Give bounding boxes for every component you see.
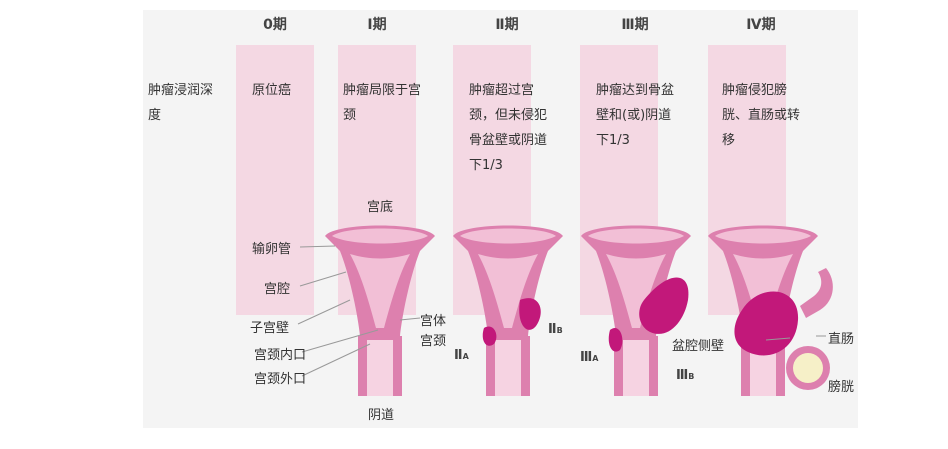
label-cervix: 宫颈 xyxy=(420,334,447,349)
label-fundus: 宫底 xyxy=(367,200,394,215)
staging-diagram: 0期 Ⅰ期 Ⅱ期 Ⅲ期 Ⅳ期 肿瘤浸润深度 原位癌 肿瘤局限于宫颈 肿瘤超过宫颈… xyxy=(0,0,948,449)
label-pelvic-wall: 盆腔侧壁 xyxy=(672,339,725,354)
substage-IIIB: ⅢB xyxy=(676,368,695,383)
label-bladder: 膀胱 xyxy=(828,380,855,395)
uterus-illustrations xyxy=(297,225,833,396)
substage-IIA: ⅡA xyxy=(454,348,469,363)
uterus-stage-2 xyxy=(453,225,563,396)
label-cavity: 宫腔 xyxy=(264,282,291,297)
uterus-stage-1 xyxy=(325,225,435,396)
label-rectum: 直肠 xyxy=(828,332,855,347)
substage-IIB: ⅡB xyxy=(548,322,563,337)
label-body: 宫体 xyxy=(420,314,447,329)
substage-IIIA: ⅢA xyxy=(580,350,599,365)
label-wall: 子宫壁 xyxy=(250,321,290,336)
label-vagina: 阴道 xyxy=(368,408,395,423)
label-tube: 输卵管 xyxy=(252,242,292,257)
label-internal-os: 宫颈内口 xyxy=(254,348,307,363)
label-external-os: 宫颈外口 xyxy=(254,372,307,387)
